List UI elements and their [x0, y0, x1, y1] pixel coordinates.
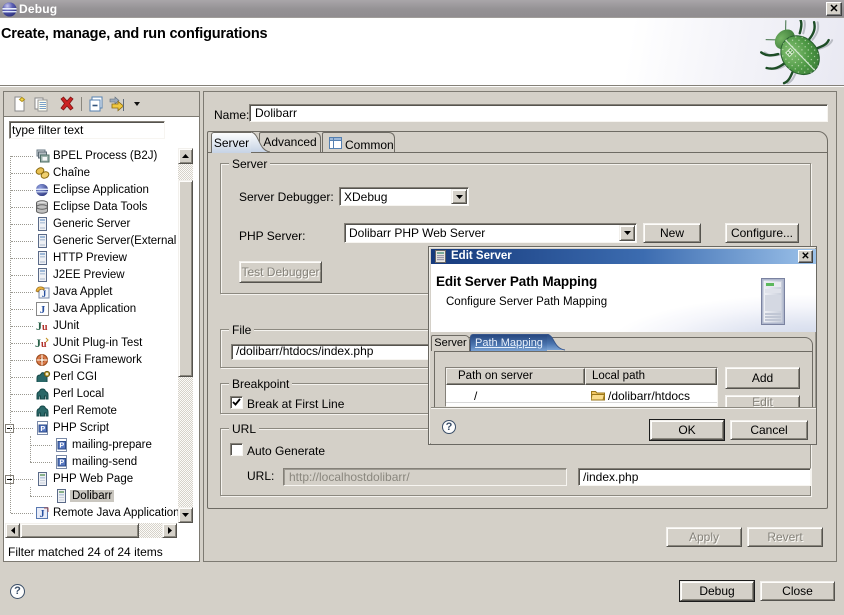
svg-text:u: u: [42, 322, 48, 333]
svg-text:J: J: [40, 509, 45, 520]
svg-text:P: P: [40, 426, 45, 433]
svg-text:J: J: [40, 304, 46, 316]
svg-text:P: P: [59, 460, 64, 467]
svg-text:u: u: [41, 339, 47, 350]
svg-text:P: P: [59, 443, 64, 450]
svg-text:J: J: [42, 289, 47, 299]
